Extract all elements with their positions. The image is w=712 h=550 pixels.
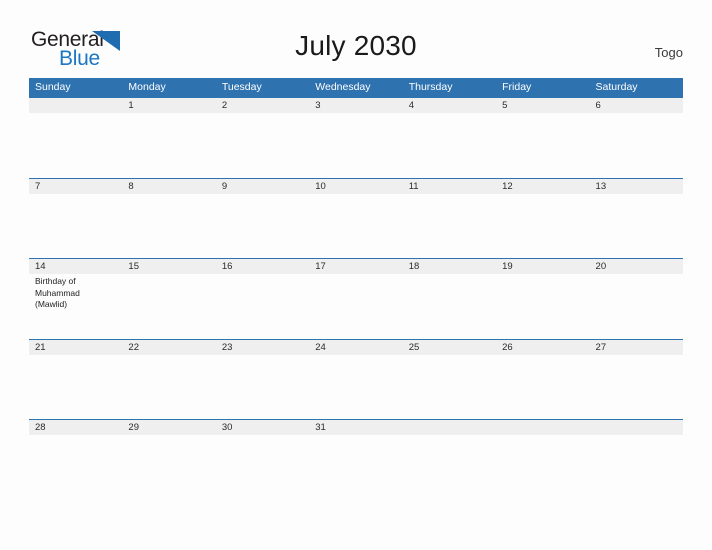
day-number: [35, 99, 122, 113]
page-header: General Blue July 2030 Togo: [0, 0, 712, 78]
day-number: 9: [221, 180, 228, 192]
day-number: 28: [35, 422, 46, 433]
day-number: [409, 421, 496, 435]
day-cell[interactable]: 16: [216, 259, 309, 339]
day-cell[interactable]: 31: [309, 420, 402, 500]
day-number: [502, 421, 589, 435]
weekday-tuesday: Tuesday: [221, 81, 262, 93]
holiday-event: Birthday of Muhammad (Mawlid): [35, 276, 80, 309]
day-cell[interactable]: 24: [309, 340, 402, 420]
day-number: 1: [128, 100, 134, 111]
weekday-monday: Monday: [128, 81, 166, 93]
day-number: 13: [595, 180, 607, 192]
day-cell[interactable]: 23: [216, 340, 309, 420]
day-cell[interactable]: 17: [309, 259, 402, 339]
day-number: 30: [221, 422, 233, 433]
day-cell[interactable]: 11: [403, 179, 496, 259]
day-cell[interactable]: 15: [122, 259, 215, 339]
day-number: 10: [315, 180, 326, 192]
day-cell[interactable]: 29: [122, 420, 215, 500]
day-number: 29: [128, 422, 139, 433]
day-number: 6: [595, 100, 601, 111]
day-cell[interactable]: 8: [122, 179, 215, 259]
day-events: Birthday of Muhammad (Mawlid): [35, 276, 122, 311]
day-number: 27: [595, 341, 607, 353]
day-cell[interactable]: 27: [590, 340, 683, 420]
day-cell[interactable]: 18: [403, 259, 496, 339]
day-cell[interactable]: 12: [496, 179, 589, 259]
day-number: 21: [35, 341, 46, 353]
day-cell[interactable]: 20: [590, 259, 683, 339]
week-row: 1 2 3 4 5 6: [29, 97, 683, 178]
week-row: 7 8 9 10 11 12 13: [29, 177, 683, 259]
day-cell[interactable]: 28: [29, 420, 122, 500]
day-number: 26: [502, 341, 513, 353]
day-cell[interactable]: 9: [216, 179, 309, 259]
week-row: 21 22 23 24 25 26 27: [29, 338, 683, 420]
weekday-friday: Friday: [502, 81, 532, 93]
day-cell[interactable]: 7: [29, 179, 122, 259]
day-number: 8: [128, 180, 134, 192]
weekday-sunday: Sunday: [35, 81, 71, 93]
day-number: 17: [315, 261, 326, 272]
day-cell[interactable]: 19: [496, 259, 589, 339]
day-number: 24: [315, 341, 326, 353]
page-title: July 2030: [295, 30, 417, 61]
day-cell[interactable]: [496, 420, 589, 500]
day-cell[interactable]: 3: [309, 98, 402, 178]
day-number: 18: [408, 261, 420, 272]
day-number: 2: [221, 100, 228, 111]
day-number: 11: [408, 180, 419, 192]
day-cell[interactable]: 6: [590, 98, 683, 178]
day-number: 22: [128, 341, 139, 353]
day-number: 20: [595, 261, 607, 272]
week-row: 28 29 30 31: [29, 419, 683, 500]
day-cell[interactable]: 14 Birthday of Muhammad (Mawlid): [29, 259, 122, 339]
day-number: 3: [315, 100, 321, 111]
day-number: 14: [35, 261, 46, 272]
week-row: 14 Birthday of Muhammad (Mawlid) 15 16 1…: [29, 258, 683, 339]
day-cell[interactable]: 4: [403, 98, 496, 178]
day-cell[interactable]: 1: [122, 98, 215, 178]
day-cell[interactable]: 30: [216, 420, 309, 500]
day-number: 23: [221, 341, 233, 353]
day-cell[interactable]: 25: [403, 340, 496, 420]
weekday-saturday: Saturday: [595, 81, 638, 93]
day-cell[interactable]: [29, 98, 122, 178]
day-cell[interactable]: [590, 420, 683, 500]
day-number: 19: [502, 261, 513, 272]
day-cell[interactable]: 22: [122, 340, 215, 420]
day-number: 12: [502, 180, 513, 192]
day-number: [596, 421, 683, 435]
day-cell[interactable]: [403, 420, 496, 500]
day-number: 16: [221, 261, 233, 272]
calendar-page: General Blue July 2030 Togo Sunday Monda…: [0, 0, 712, 550]
calendar-grid: Sunday Monday Tuesday Wednesday Thursday…: [29, 78, 683, 500]
day-number: 15: [128, 261, 139, 272]
weekday-wednesday: Wednesday: [315, 81, 371, 93]
weekday-header-row: Sunday Monday Tuesday Wednesday Thursday…: [29, 78, 683, 97]
day-number: 31: [315, 422, 326, 433]
day-cell[interactable]: 10: [309, 179, 402, 259]
day-cell[interactable]: 5: [496, 98, 589, 178]
day-number: 5: [502, 100, 508, 111]
day-cell[interactable]: 13: [590, 179, 683, 259]
day-cell[interactable]: 26: [496, 340, 589, 420]
weekday-thursday: Thursday: [408, 81, 453, 93]
day-number: 7: [35, 180, 41, 192]
country-label: Togo: [654, 45, 683, 60]
day-number: 4: [408, 100, 414, 111]
day-number: 25: [408, 341, 420, 353]
day-cell[interactable]: 2: [216, 98, 309, 178]
day-cell[interactable]: 21: [29, 340, 122, 420]
